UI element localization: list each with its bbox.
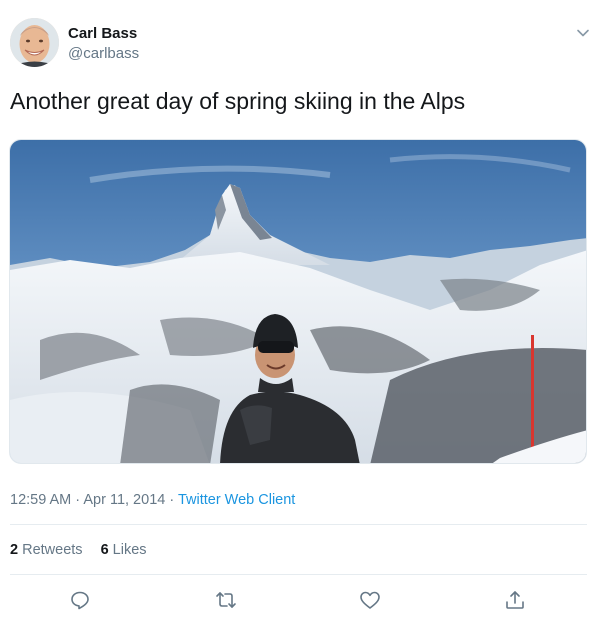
likes-stat[interactable]: 6 Likes [101, 542, 147, 558]
meta-separator: · [71, 492, 84, 508]
divider [10, 524, 587, 525]
tweet-text: Another great day of spring skiing in th… [10, 88, 466, 114]
meta-separator: · [165, 492, 178, 508]
tweet-time[interactable]: 12:59 AM [10, 492, 71, 508]
retweet-icon[interactable] [214, 588, 238, 612]
photo-image [10, 140, 586, 463]
avatar-image [10, 18, 59, 67]
tweet-date[interactable]: Apr 11, 2014 [83, 492, 165, 508]
divider [10, 574, 587, 575]
retweets-label: Retweets [18, 542, 83, 558]
user-handle[interactable]: @carlbass [68, 44, 139, 64]
reply-icon[interactable] [68, 588, 92, 612]
retweets-stat[interactable]: 2 Retweets [10, 542, 83, 558]
chevron-down-icon[interactable] [576, 26, 590, 40]
retweets-count: 2 [10, 542, 19, 558]
share-icon[interactable] [503, 588, 527, 612]
likes-label: Likes [108, 542, 147, 558]
avatar[interactable] [10, 18, 59, 67]
tweet-source-link[interactable]: Twitter Web Client [178, 492, 295, 508]
tweet-photo[interactable] [9, 139, 587, 464]
tweet-header: Carl Bass @carlbass [10, 16, 590, 72]
user-info[interactable]: Carl Bass @carlbass [68, 24, 139, 64]
tweet-actions [0, 588, 597, 612]
tweet-card: Carl Bass @carlbass Another great day of… [0, 0, 597, 624]
like-icon[interactable] [358, 588, 382, 612]
likes-count: 6 [100, 542, 109, 558]
display-name[interactable]: Carl Bass [68, 24, 139, 44]
tweet-meta: 12:59 AM · Apr 11, 2014 · Twitter Web Cl… [10, 490, 295, 510]
tweet-stats: 2 Retweets 6 Likes [10, 540, 147, 560]
